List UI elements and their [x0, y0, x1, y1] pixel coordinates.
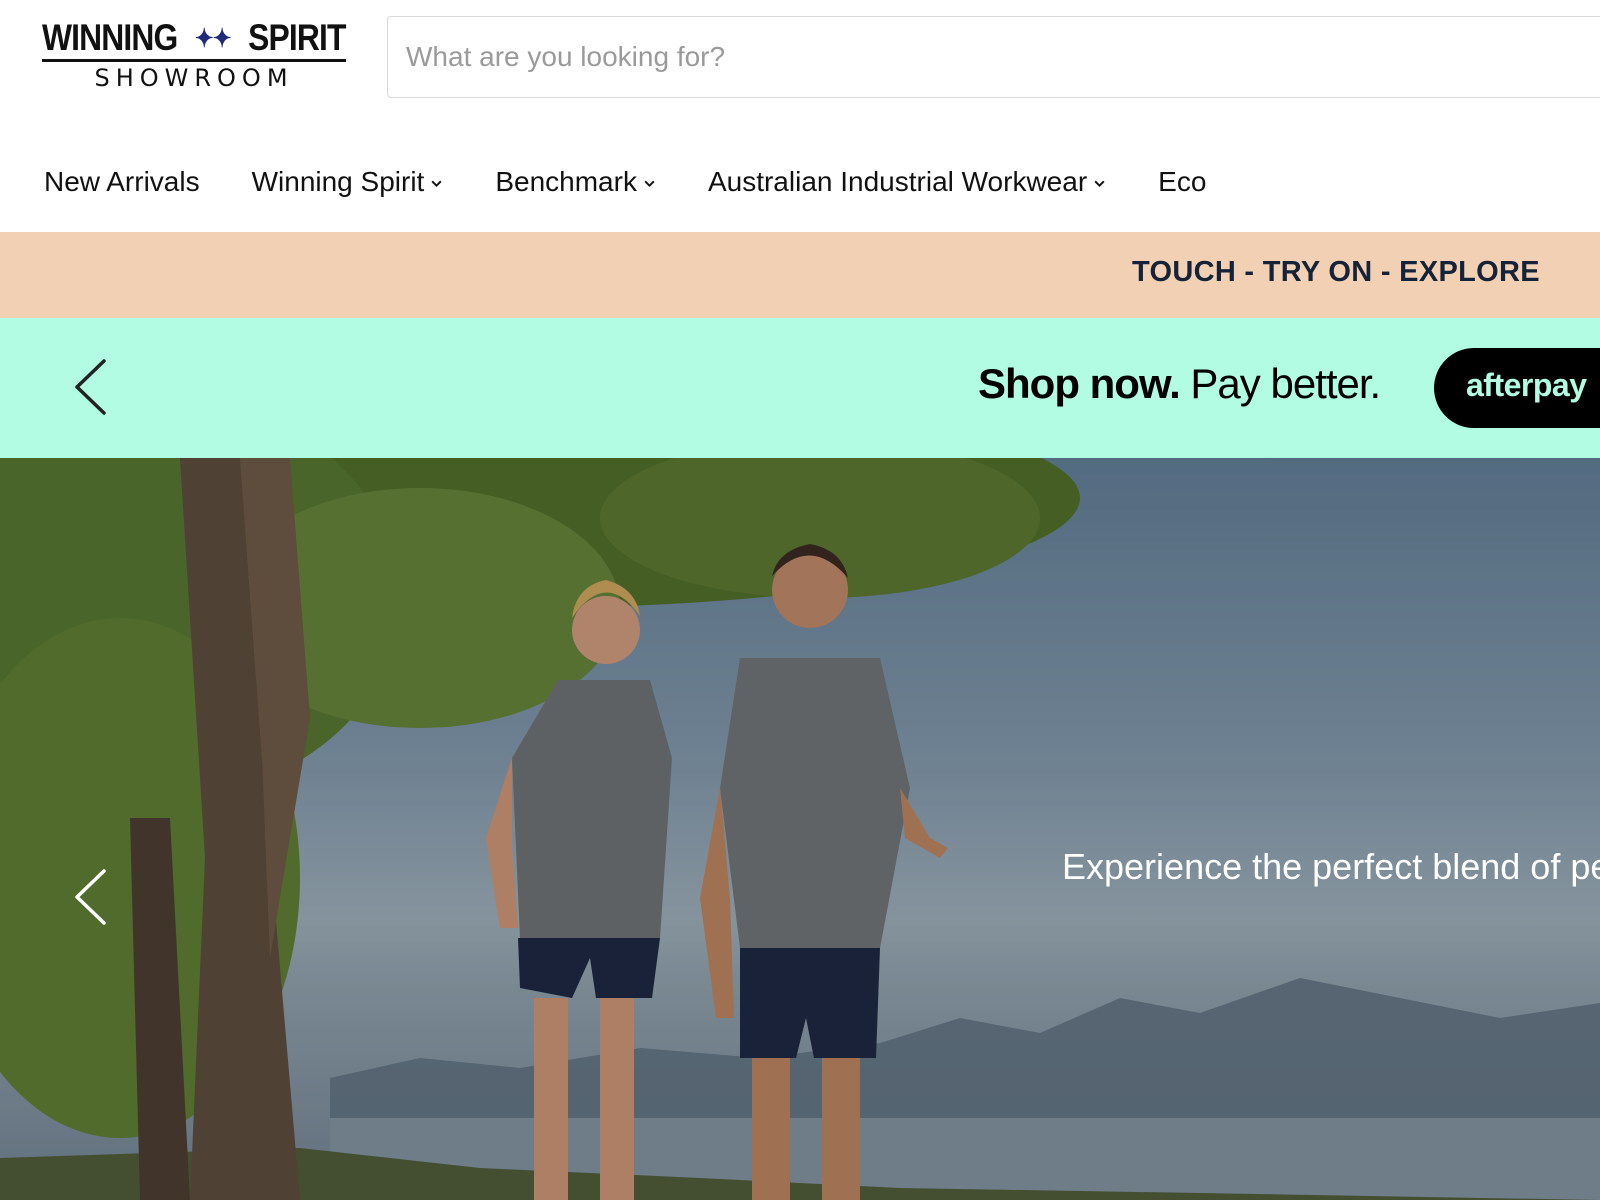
chevron-down-icon [1094, 180, 1105, 187]
hero-overlay [0, 458, 1600, 1200]
logo-subtitle: SHOWROOM [94, 64, 294, 92]
nav-item-label: New Arrivals [44, 166, 200, 197]
logo-wordmark: WINNING ✦✦ SPIRIT [42, 17, 346, 58]
brand-logo[interactable]: WINNING ✦✦ SPIRIT SHOWROOM [42, 17, 346, 98]
logo-divider [42, 59, 346, 62]
nav-item-label: Eco [1158, 166, 1207, 197]
nav-item-new-arrivals[interactable]: New Arrivals [44, 166, 200, 198]
chevron-left-icon[interactable] [72, 868, 108, 926]
search-box[interactable] [387, 16, 1600, 98]
promo-text: TOUCH - TRY ON - EXPLORE [1132, 256, 1540, 288]
nav-item-label: Winning Spirit [251, 166, 425, 197]
nav-item-australian-industrial-workwear[interactable]: Australian Industrial Workwear [708, 166, 1106, 198]
hero-caption: Experience the perfect blend of perf [1062, 846, 1600, 887]
afterpay-headline-strong: Shop now. [978, 360, 1181, 407]
chevron-left-icon[interactable] [72, 358, 108, 416]
nav-item-winning-spirit[interactable]: Winning Spirit [252, 166, 444, 198]
afterpay-headline-rest: Pay better. [1179, 360, 1381, 407]
sparkle-icon: ✦✦ [194, 22, 232, 53]
chevron-down-icon [431, 180, 442, 187]
logo-word-spirit: SPIRIT [248, 17, 346, 58]
afterpay-banner[interactable]: Shop now. Pay better. afterpay [0, 318, 1600, 458]
hero-carousel[interactable]: Experience the perfect blend of perf [0, 458, 1600, 1200]
nav-item-benchmark[interactable]: Benchmark [495, 166, 656, 198]
search-input[interactable] [388, 17, 1600, 97]
promo-strip: TOUCH - TRY ON - EXPLORE [0, 232, 1600, 318]
nav-item-eco[interactable]: Eco [1158, 166, 1206, 198]
nav-item-label: Benchmark [495, 166, 637, 197]
afterpay-logo-pill[interactable]: afterpay [1434, 348, 1600, 428]
afterpay-logo-text: afterpay [1466, 367, 1587, 403]
site-header: WINNING ✦✦ SPIRIT SHOWROOM New Arrivals … [0, 0, 1600, 232]
logo-word-winning: WINNING [42, 17, 178, 58]
main-nav: New Arrivals Winning Spirit Benchmark Au… [44, 160, 1258, 204]
chevron-down-icon [644, 180, 655, 187]
nav-item-label: Australian Industrial Workwear [707, 166, 1088, 197]
afterpay-headline: Shop now. Pay better. [978, 360, 1381, 408]
